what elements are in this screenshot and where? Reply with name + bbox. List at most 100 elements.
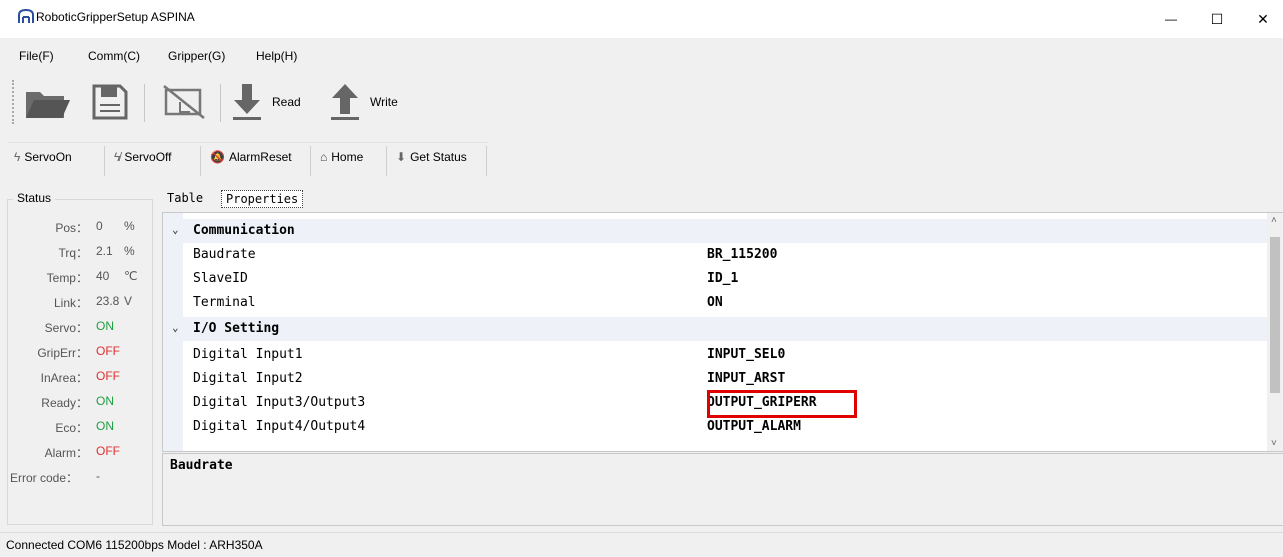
toolbar-grip (12, 80, 18, 124)
save-button[interactable] (90, 82, 130, 122)
menu-gripper[interactable]: Gripper(G) (168, 49, 225, 63)
servo-off-label: ServoOff (124, 150, 172, 164)
toolbar-divider (486, 146, 487, 176)
write-label: Write (370, 95, 398, 109)
tab-table[interactable]: Table (163, 190, 207, 206)
minimize-button[interactable]: — (1148, 0, 1194, 38)
scroll-down-icon[interactable]: ˅ (1271, 438, 1277, 449)
category-io-setting[interactable]: ⌄ I/O Setting (163, 317, 1267, 341)
status-value-eco: ON (96, 419, 114, 433)
property-name: SlaveID (193, 271, 248, 286)
status-value-ready: ON (96, 394, 114, 408)
property-value[interactable]: INPUT_ARST (707, 371, 785, 386)
status-label-inarea: InArea： (40, 371, 88, 385)
alarm-reset-button[interactable]: 🔕 AlarmReset (210, 150, 292, 164)
home-label: Home (331, 150, 364, 164)
status-label-error-code: Error code： (10, 471, 79, 485)
flash-icon: ϟ (14, 150, 21, 164)
flash-off-icon: ϟ̸ (114, 150, 121, 164)
maximize-button[interactable]: ☐ (1194, 0, 1240, 38)
servo-on-label: ServoOn (24, 150, 72, 164)
property-value[interactable]: INPUT_SEL0 (707, 347, 785, 362)
status-label-ready: Ready： (41, 396, 88, 410)
status-label-trq: Trq： (58, 246, 88, 260)
get-status-button[interactable]: ⬇ Get Status (396, 150, 467, 164)
download-icon (233, 84, 261, 120)
app-logo-icon (16, 8, 36, 26)
window-title: RoboticGripperSetup ASPINA (36, 10, 195, 24)
description-title: Baudrate (170, 458, 233, 473)
property-value[interactable]: OUTPUT_ALARM (707, 419, 801, 434)
scrollbar-thumb[interactable] (1270, 237, 1280, 393)
toolbar-divider (386, 146, 387, 176)
read-label: Read (272, 95, 301, 109)
property-row-digital-input2[interactable]: Digital Input2 INPUT_ARST (163, 367, 1267, 391)
property-name: Terminal (193, 295, 256, 310)
property-row-baudrate[interactable]: Baudrate BR_115200 (163, 243, 1267, 267)
property-name: Digital Input2 (193, 371, 303, 386)
property-row-digital-io4[interactable]: Digital Input4/Output4 OUTPUT_ALARM (163, 415, 1267, 439)
status-label-pos: Pos： (55, 221, 88, 235)
property-row-slaveid[interactable]: SlaveID ID_1 (163, 267, 1267, 291)
status-label-temp: Temp： (46, 271, 88, 285)
status-value-pos: 0 (96, 219, 103, 233)
property-name: Digital Input4/Output4 (193, 419, 366, 434)
get-status-label: Get Status (410, 150, 467, 164)
property-value[interactable]: ID_1 (707, 271, 738, 286)
property-row-terminal[interactable]: Terminal ON (163, 291, 1267, 315)
status-unit-pos: % (124, 219, 135, 233)
alarm-off-icon: 🔕 (210, 150, 225, 164)
toolbar-divider (220, 84, 221, 122)
category-communication[interactable]: ⌄ Communication (163, 219, 1267, 243)
status-value-temp: 40 (96, 269, 110, 283)
property-name: Digital Input3/Output3 (193, 395, 366, 410)
status-label-eco: Eco： (55, 421, 88, 435)
tab-properties[interactable]: Properties (221, 190, 304, 208)
upload-icon (331, 84, 359, 120)
home-button[interactable]: ⌂ Home (320, 150, 363, 164)
download-small-icon: ⬇ (396, 150, 407, 164)
status-value-trq: 2.1 (96, 244, 113, 258)
scroll-up-icon[interactable]: ˄ (1271, 215, 1277, 226)
status-value-error-code: - (96, 469, 100, 483)
status-label-servo: Servo： (44, 321, 88, 335)
status-unit-temp: ℃ (124, 269, 138, 283)
write-button[interactable]: Write (328, 82, 418, 122)
folder-open-icon (26, 92, 70, 118)
toolbar-divider (310, 146, 311, 176)
property-row-digital-input1[interactable]: Digital Input1 INPUT_SEL0 (163, 343, 1267, 367)
category-label: I/O Setting (193, 321, 280, 336)
category-label: Communication (193, 223, 295, 238)
status-value-inarea: OFF (96, 369, 120, 383)
status-label-alarm: Alarm： (44, 446, 88, 460)
maximize-icon: ☐ (1210, 10, 1224, 27)
close-button[interactable]: ✕ (1240, 0, 1283, 38)
status-label-link: Link： (53, 296, 88, 310)
chevron-down-icon[interactable]: ⌄ (172, 321, 179, 334)
property-value[interactable]: BR_115200 (707, 247, 777, 262)
vertical-scrollbar[interactable]: ˄ ˅ (1267, 213, 1283, 451)
property-value[interactable]: ON (707, 295, 723, 310)
minimize-icon: — (1165, 12, 1177, 26)
read-button[interactable]: Read (230, 82, 310, 122)
disconnect-button[interactable] (160, 82, 208, 122)
toolbar-divider (200, 146, 201, 176)
status-value-servo: ON (96, 319, 114, 333)
status-value-griperr: OFF (96, 344, 120, 358)
status-title: Status (13, 191, 56, 205)
servo-on-button[interactable]: ϟ ServoOn (14, 150, 72, 164)
chevron-down-icon[interactable]: ⌄ (172, 223, 179, 236)
disconnect-icon (163, 85, 205, 119)
menu-help[interactable]: Help(H) (256, 49, 297, 63)
home-icon: ⌂ (320, 150, 328, 164)
toolbar-divider (144, 84, 145, 122)
open-button[interactable] (24, 82, 70, 122)
menu-comm[interactable]: Comm(C) (88, 49, 140, 63)
toolbar-divider (104, 146, 105, 176)
status-unit-link: V (124, 294, 133, 308)
highlight-annotation (707, 390, 857, 418)
close-icon: ✕ (1257, 10, 1269, 27)
menu-file[interactable]: File(F) (19, 49, 54, 63)
servo-off-button[interactable]: ϟ̸ ServoOff (114, 150, 172, 164)
description-panel (162, 453, 1283, 526)
